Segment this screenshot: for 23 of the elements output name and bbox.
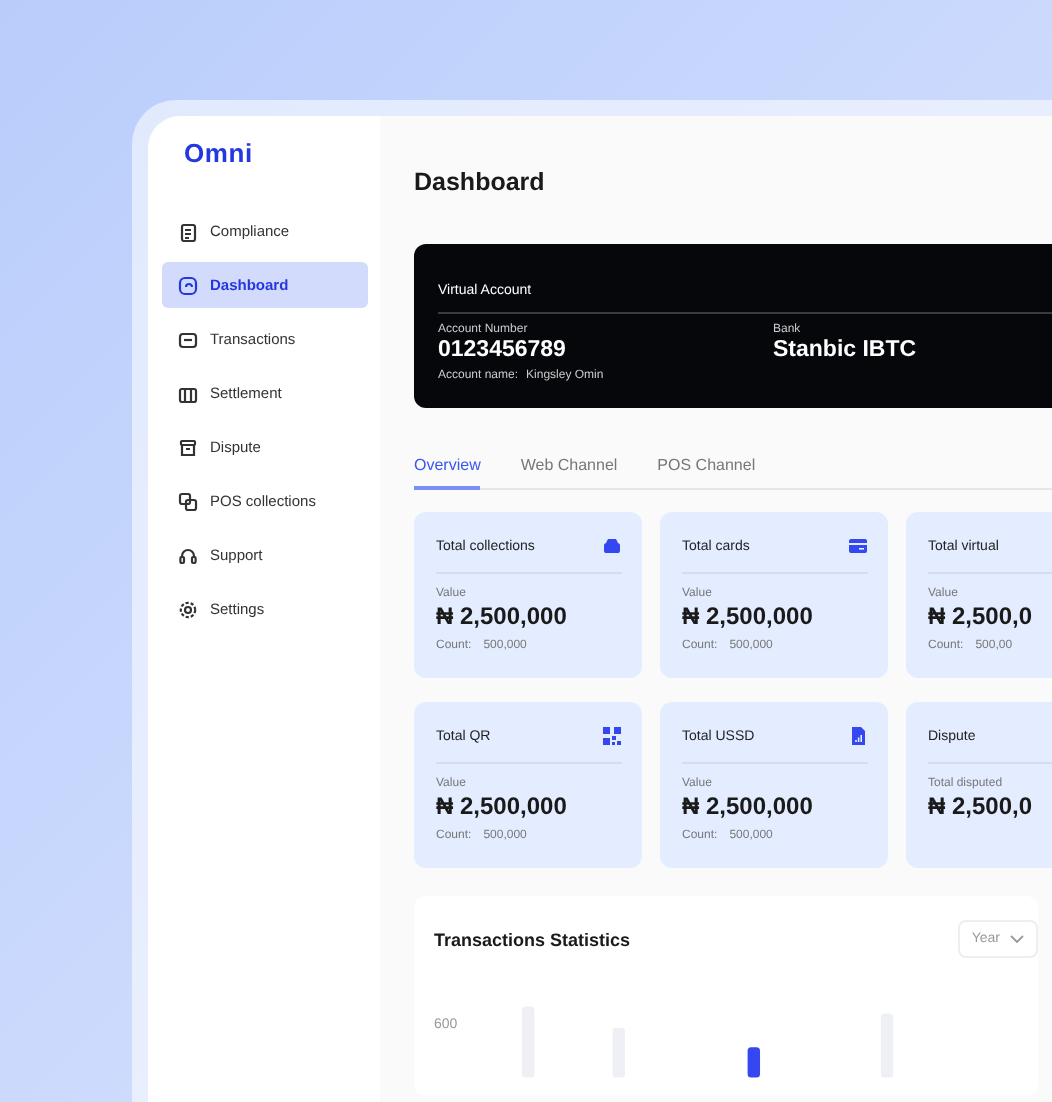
account-number: 0123456789 — [438, 338, 566, 362]
amount: ₦ 2,500,0 — [928, 792, 1035, 820]
tab[interactable]: Web Channel — [520, 456, 618, 490]
headset-icon — [178, 545, 198, 565]
page-title: Dashboard — [414, 168, 545, 196]
archive-icon — [178, 437, 198, 457]
logo: Omni — [184, 138, 253, 168]
chevron-down-icon — [1010, 934, 1024, 944]
phone-signal-icon — [848, 726, 868, 746]
amount: ₦ 2,500,000 — [436, 602, 569, 630]
amount: ₦ 2,500,0 — [928, 602, 1035, 630]
qr-code-icon — [602, 726, 622, 746]
card-icon — [848, 536, 868, 556]
amount: ₦ 2,500,000 — [436, 792, 569, 820]
tab[interactable]: POS Channel — [657, 456, 756, 490]
squares-icon — [178, 491, 198, 511]
bank-name: Stanbic IBTC — [773, 338, 917, 362]
amount: ₦ 2,500,000 — [682, 792, 815, 820]
settings-icon — [178, 599, 198, 619]
amount: ₦ 2,500,000 — [682, 602, 815, 630]
section-title: Transactions Statistics — [434, 929, 631, 949]
tab[interactable]: Overview — [414, 456, 481, 490]
document-icon — [178, 221, 198, 241]
